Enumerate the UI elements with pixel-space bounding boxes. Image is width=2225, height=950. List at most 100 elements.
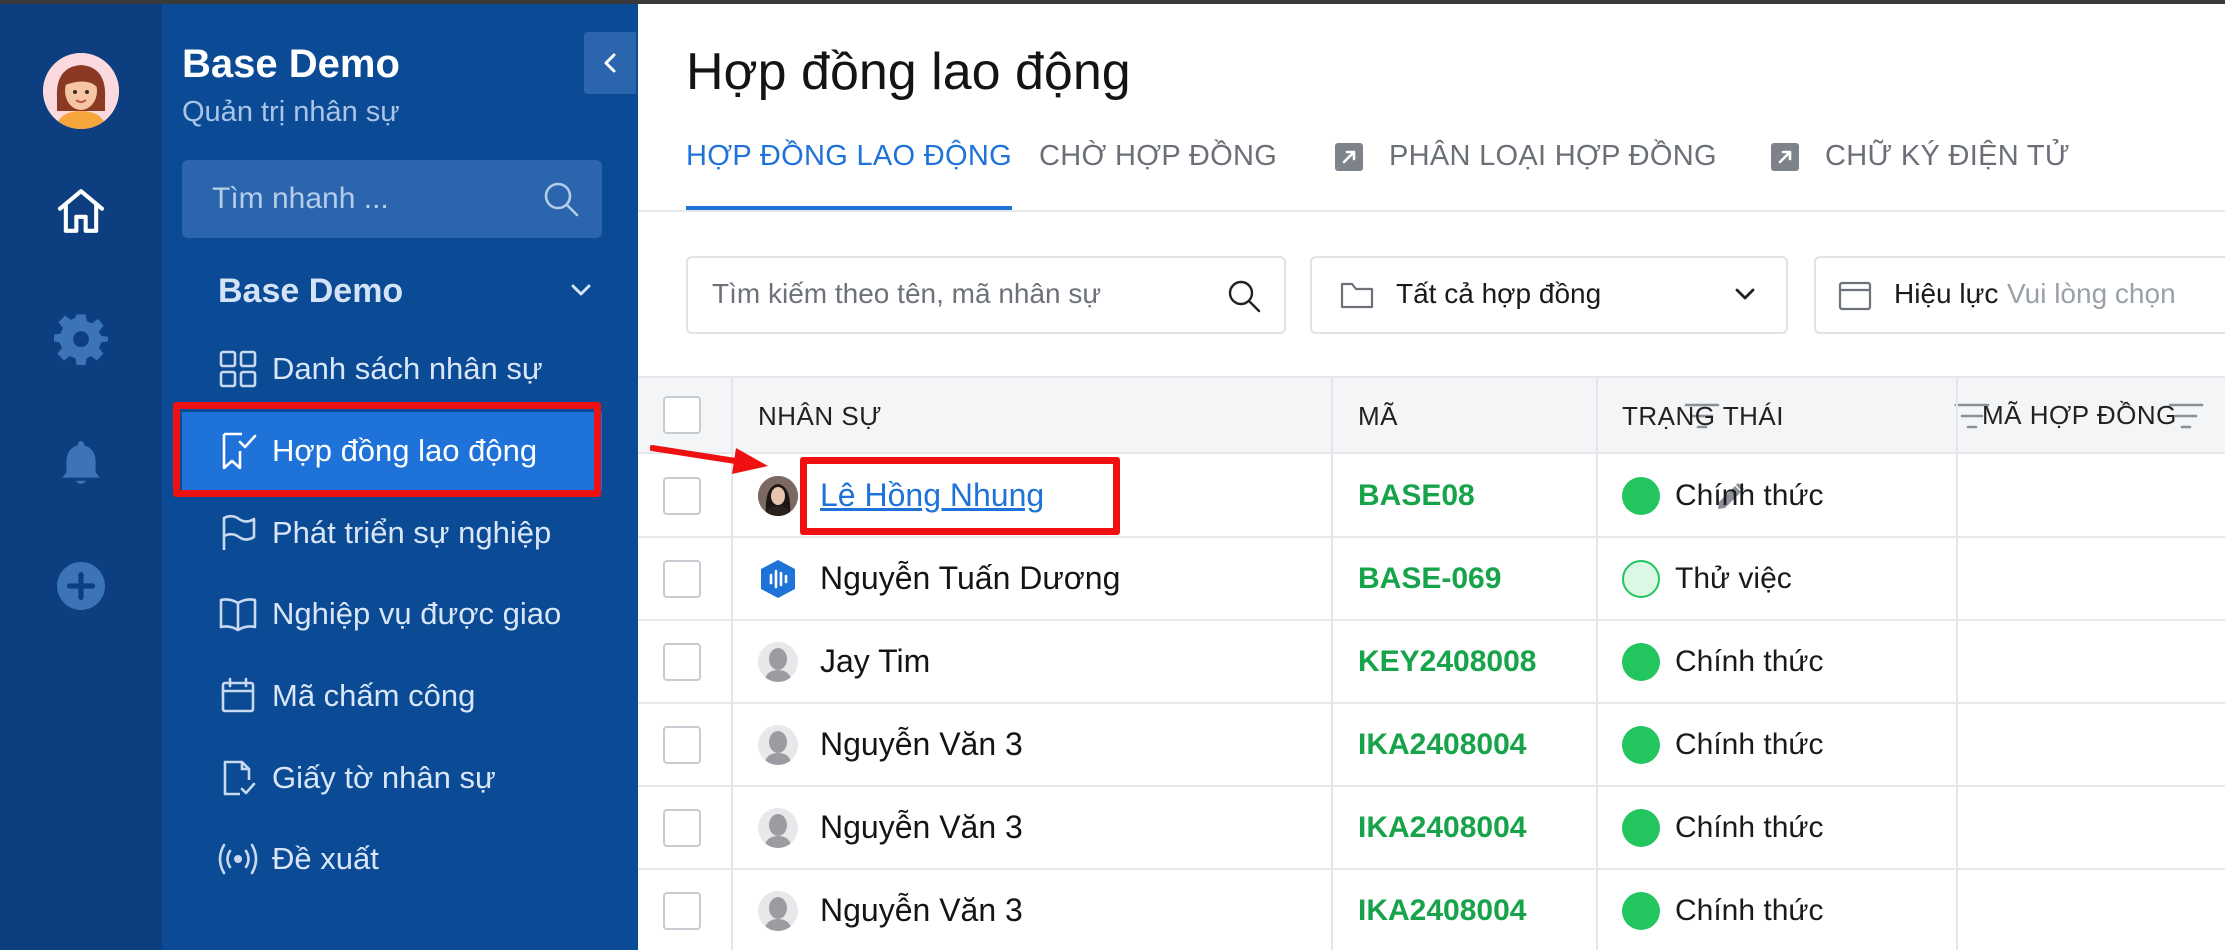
- plus-circle-icon[interactable]: [50, 555, 112, 617]
- row-checkbox[interactable]: [663, 809, 701, 847]
- gear-icon[interactable]: [50, 307, 112, 369]
- sidebar-item-label: Giấy tờ nhân sự: [272, 760, 496, 795]
- default-avatar-icon: [758, 725, 798, 765]
- status-indicator: [1622, 726, 1660, 764]
- contract-type-select[interactable]: Tất cả hợp đồng: [1310, 256, 1788, 334]
- brand-subtitle: Quản trị nhân sự: [182, 96, 400, 128]
- employee-name-link[interactable]: Lê Hồng Nhung: [820, 477, 1044, 514]
- sidebar-item-career-development[interactable]: Phát triển sự nghiệp: [182, 494, 602, 572]
- employee-name[interactable]: Nguyễn Văn 3: [820, 726, 1023, 763]
- book-icon: [216, 592, 260, 636]
- column-header-status: TRẠNG THÁI: [1622, 400, 1784, 431]
- status-text: Chính thức: [1675, 645, 1824, 678]
- bell-icon[interactable]: [50, 431, 112, 493]
- table-row[interactable]: Nguyễn Văn 3 IKA2408004 Chính thức: [638, 870, 2225, 950]
- table-row[interactable]: Nguyễn Văn 3 IKA2408004 Chính thức: [638, 787, 2225, 870]
- external-link-icon: [1335, 143, 1363, 171]
- chevron-down-icon: [1734, 286, 1756, 307]
- flag-icon: [216, 511, 260, 555]
- grid-icon: [216, 347, 260, 391]
- table-row[interactable]: Nguyễn Văn 3 IKA2408004 Chính thức: [638, 704, 2225, 787]
- status-indicator: [1622, 892, 1660, 930]
- sidebar-item-label: Mã chấm công: [272, 678, 476, 713]
- sidebar-item-timekeeping-code[interactable]: Mã chấm công: [182, 657, 602, 735]
- tab-bar: HỢP ĐỒNG LAO ĐỘNG CHỜ HỢP ĐỒNG PHÂN LOẠI…: [638, 112, 2225, 212]
- employee-code: BASE08: [1358, 479, 1475, 512]
- column-header-code: MÃ: [1358, 400, 1398, 431]
- contract-type-value: Tất cả hợp đồng: [1396, 278, 1602, 309]
- chevron-down-icon[interactable]: [570, 282, 592, 303]
- sidebar-item-label: Phát triển sự nghiệp: [272, 515, 552, 550]
- row-checkbox[interactable]: [663, 477, 701, 515]
- employee-code: IKA2408004: [1358, 811, 1527, 844]
- quick-search-placeholder: Tìm nhanh ...: [212, 182, 389, 215]
- collapse-sidebar-button[interactable]: [584, 32, 636, 94]
- broadcast-icon: [216, 837, 260, 881]
- row-checkbox[interactable]: [663, 560, 701, 598]
- main-content: Hợp đồng lao động HỢP ĐỒNG LAO ĐỘNG CHỜ …: [638, 4, 2225, 950]
- tab-labor-contract[interactable]: HỢP ĐỒNG LAO ĐỘNG: [686, 140, 1012, 210]
- sidebar-item-proposals[interactable]: Đề xuất: [182, 820, 602, 898]
- tab-e-signature[interactable]: CHỮ KÝ ĐIỆN TỬ: [1771, 140, 2070, 210]
- status-text: Chính thức: [1675, 479, 1824, 512]
- chevron-left-icon: [604, 53, 616, 73]
- employee-code: IKA2408004: [1358, 728, 1527, 761]
- tab-pending-contract[interactable]: CHỜ HỢP ĐỒNG: [1039, 140, 1277, 210]
- column-header-employee: NHÂN SỰ: [758, 400, 882, 431]
- row-checkbox[interactable]: [663, 892, 701, 930]
- default-avatar-icon: [758, 808, 798, 848]
- sidebar-item-assigned-tasks[interactable]: Nghiệp vụ được giao: [182, 575, 602, 653]
- sidebar-item-label: Hợp đồng lao động: [272, 433, 538, 468]
- sidebar-item-employee-list[interactable]: Danh sách nhân sự: [182, 330, 602, 408]
- status-indicator: [1622, 560, 1660, 598]
- home-icon[interactable]: [50, 180, 112, 242]
- sidebar-item-label: Đề xuất: [272, 841, 379, 876]
- folder-icon: [1340, 280, 1374, 315]
- row-checkbox[interactable]: [663, 643, 701, 681]
- sidebar: Base Demo Quản trị nhân sự Tìm nhanh ...…: [162, 4, 638, 950]
- employee-search-placeholder: Tìm kiếm theo tên, mã nhân sự: [712, 278, 1102, 309]
- calendar-icon: [216, 674, 260, 718]
- status-text: Chính thức: [1675, 728, 1824, 761]
- search-icon[interactable]: [542, 180, 580, 223]
- employee-name[interactable]: Nguyễn Văn 3: [820, 809, 1023, 846]
- column-header-contract-code: MÃ HỢP ĐỒNG: [1982, 399, 2177, 430]
- sidebar-group-title[interactable]: Base Demo: [218, 272, 403, 311]
- table-row[interactable]: Lê Hồng Nhung BASE08 Chính thức: [638, 455, 2225, 538]
- default-avatar-icon: [758, 891, 798, 931]
- sidebar-item-label: Nghiệp vụ được giao: [272, 596, 562, 631]
- employee-code: BASE-069: [1358, 562, 1502, 595]
- user-avatar[interactable]: [43, 53, 119, 129]
- status-text: Thử việc: [1675, 562, 1792, 595]
- validity-label: Hiệu lực: [1894, 278, 1999, 309]
- employee-name[interactable]: Jay Tim: [820, 643, 930, 680]
- brand-title: Base Demo: [182, 42, 400, 86]
- icon-rail: [0, 4, 162, 950]
- sidebar-item-labor-contract[interactable]: Hợp đồng lao động: [182, 412, 602, 490]
- page-title: Hợp đồng lao động: [686, 43, 1131, 101]
- tab-contract-classification[interactable]: PHÂN LOẠI HỢP ĐỒNG: [1335, 140, 1717, 210]
- employee-code: IKA2408004: [1358, 894, 1527, 927]
- status-text: Chính thức: [1675, 894, 1824, 927]
- select-all-checkbox[interactable]: [663, 396, 701, 434]
- validity-placeholder: Vui lòng chọn: [2007, 278, 2176, 309]
- validity-date-picker[interactable]: Hiệu lực Vui lòng chọn: [1814, 256, 2225, 334]
- employee-avatar: [758, 476, 798, 516]
- search-icon[interactable]: [1226, 278, 1262, 319]
- table-row[interactable]: Nguyễn Tuấn Dương BASE-069 Thử việc: [638, 538, 2225, 621]
- employee-search-input[interactable]: Tìm kiếm theo tên, mã nhân sự: [686, 256, 1286, 334]
- table-row[interactable]: Jay Tim KEY2408008 Chính thức: [638, 621, 2225, 704]
- sidebar-item-employee-documents[interactable]: Giấy tờ nhân sự: [182, 739, 602, 817]
- quick-search-input[interactable]: Tìm nhanh ...: [182, 160, 602, 238]
- employee-name[interactable]: Nguyễn Tuấn Dương: [820, 560, 1120, 597]
- brand-logo-icon: [758, 559, 798, 599]
- tab-label: CHỮ KÝ ĐIỆN TỬ: [1825, 140, 2070, 172]
- employee-code: KEY2408008: [1358, 645, 1537, 678]
- row-checkbox[interactable]: [663, 726, 701, 764]
- employee-name[interactable]: Nguyễn Văn 3: [820, 892, 1023, 929]
- tab-label: PHÂN LOẠI HỢP ĐỒNG: [1389, 140, 1717, 172]
- status-indicator: [1622, 643, 1660, 681]
- tab-label: HỢP ĐỒNG LAO ĐỘNG: [686, 140, 1012, 172]
- status-indicator: [1622, 477, 1660, 515]
- status-text: Chính thức: [1675, 811, 1824, 844]
